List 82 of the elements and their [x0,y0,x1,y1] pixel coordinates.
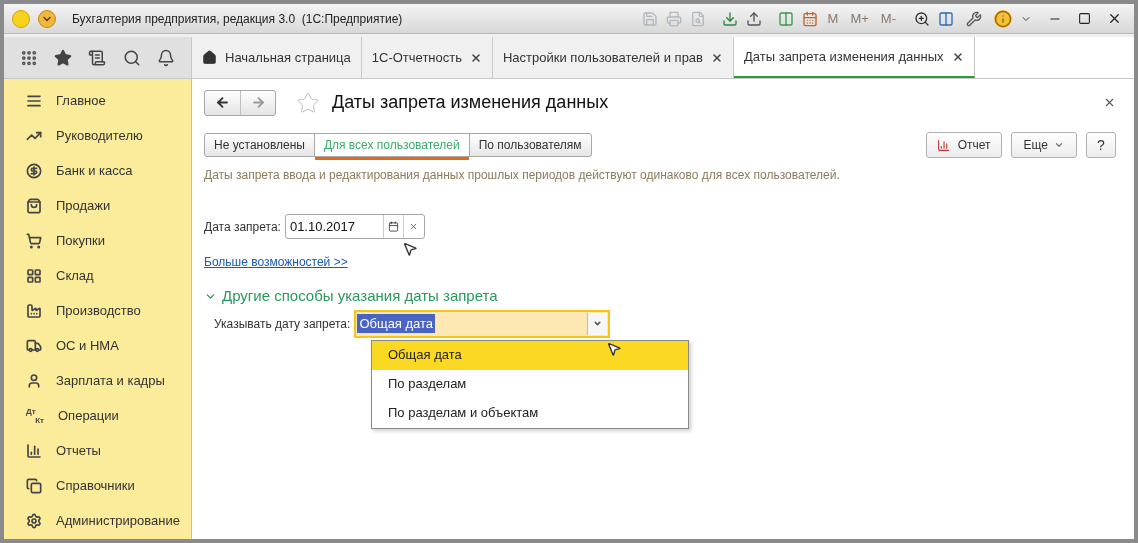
more-button[interactable]: Еще [1010,132,1077,158]
sidebar-item[interactable]: Отчеты [4,433,191,468]
calendar-icon[interactable] [387,221,399,232]
sidebar-item[interactable]: Дт Кт Операции [4,398,191,433]
sidebar-item[interactable]: Зарплата и кадры [4,363,191,398]
panel-icon[interactable] [938,10,954,27]
tray-arrow-icon[interactable] [721,10,738,27]
sidebar-item[interactable]: Склад [4,258,191,293]
dropdown-option[interactable]: Общая дата [372,340,688,370]
tab-label: Настройки пользователей и прав [503,48,703,67]
maximize-icon[interactable] [1078,12,1091,25]
date-field[interactable]: 01.10.2017 [284,214,425,239]
report-icon [936,138,950,152]
sidebar-item[interactable]: ОС и НМА [4,328,191,363]
combo-label: Указывать дату запрета: [214,315,351,333]
group-title[interactable]: Другие способы указания даты запрета [222,285,498,308]
stack-icon [26,477,42,494]
report-button[interactable]: Отчет [925,132,1002,158]
coin-icon [26,162,42,179]
truck-icon [26,337,42,354]
factory-icon [26,302,42,319]
bar-chart-icon [26,442,42,459]
sidebar-item[interactable]: Продажи [4,188,191,223]
close-icon[interactable] [951,50,964,63]
person-icon [26,372,42,389]
sidebar-item[interactable]: Справочники [4,468,191,503]
home-icon [202,50,217,65]
caret-icon [1054,140,1064,150]
tab-label: Начальная страница [225,48,351,67]
sidebar-item[interactable]: Банк и касса [4,153,191,188]
apps-icon[interactable] [20,48,39,67]
star-icon[interactable] [54,48,73,67]
dropdown-caret-icon[interactable] [593,319,603,328]
sidebar-item[interactable]: Главное [4,83,191,118]
tab[interactable]: Начальная страница [192,37,362,78]
window-title: Бухгалтерия предприятия, редакция 3.0 (1С:Предприятие) [72,10,403,28]
sidebar-item[interactable]: Покупки [4,223,191,258]
cart-icon [26,232,42,249]
mode-button[interactable]: По пользователям [468,133,592,157]
calendar-icon[interactable] [801,10,818,27]
tray-icon[interactable] [745,10,762,27]
clear-icon[interactable] [409,222,419,231]
combo-field[interactable]: Общая дата [354,309,611,338]
debit-credit-icon: Дт Кт [26,406,44,425]
form-title: Даты запрета изменения данных [332,91,609,114]
memory-button[interactable]: M- [878,8,898,29]
memory-button[interactable]: M+ [848,8,871,29]
forward-arrow-icon [250,95,266,110]
dropdown-option[interactable]: По разделам и объектам [372,398,688,428]
favorite-star-icon[interactable] [296,90,320,115]
grid-icon [26,267,42,284]
close-icon[interactable] [1107,11,1122,26]
wrench-icon[interactable] [966,10,982,27]
mode-button[interactable]: Не установлены [204,133,315,157]
sidebar-item[interactable]: Администрирование [4,503,191,538]
more-options-link[interactable]: Больше возможностей >> [204,253,348,271]
close-icon[interactable] [711,51,723,64]
description-text: Даты запрета ввода и редактирования данных прошлых периодов действуют одинаково для всех пользователей. [204,167,841,184]
zoom-icon[interactable] [914,10,930,27]
sidebar-item[interactable]: Руководителю [4,118,191,153]
sidebar-item[interactable]: Производство [4,293,191,328]
dropdown-option[interactable]: По разделам [372,369,688,399]
gear-icon [26,512,42,529]
tab[interactable]: Даты запрета изменения данных [734,37,975,78]
search-icon[interactable] [122,48,141,67]
cursor-icon [606,341,622,357]
tab-label: Даты запрета изменения данных [744,47,944,66]
cursor-icon [402,241,418,257]
tab[interactable]: Настройки пользователей и прав [493,37,734,78]
tab-label: 1С-Отчетность [371,48,462,67]
app-logo-icon [12,9,30,28]
tab[interactable]: 1С-Отчетность [361,37,493,78]
close-icon[interactable] [470,51,482,64]
close-icon[interactable] [1103,96,1116,109]
memory-button[interactable]: M [825,8,841,29]
bag-icon [26,197,42,214]
info-icon[interactable] [994,9,1012,28]
bell-icon[interactable] [156,48,175,67]
date-label: Дата запрета: [204,218,281,236]
help-button[interactable]: ? [1086,132,1116,158]
history-icon[interactable] [88,48,107,67]
menu-button[interactable] [38,9,56,28]
